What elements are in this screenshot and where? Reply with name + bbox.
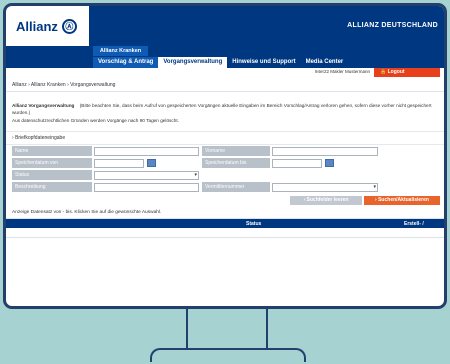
status-label: Status <box>12 170 92 180</box>
name-label: Name <box>12 146 92 156</box>
intro-notice: (Bitte beachten Sie, dass beim Aufruf vo… <box>12 103 432 115</box>
beschreibung-input[interactable] <box>94 183 199 192</box>
beschreibung-label: Beschreibung <box>12 182 92 192</box>
brand-title: ALLIANZ DEUTSCHLAND <box>347 22 438 29</box>
results-table-header: Status Erstell- / <box>6 219 444 228</box>
main-navigation: Allianz Kranken Vorschlag & Antrag Vorga… <box>6 46 444 68</box>
breadcrumb-separator: › <box>28 82 30 88</box>
form-row: Status ▾ <box>6 170 444 181</box>
logout-label: Logout <box>387 69 405 75</box>
nav-item-media-center[interactable]: Media Center <box>301 57 349 68</box>
top-header: Allianz Ⓐ ALLIANZ DEUTSCHLAND <box>6 6 444 46</box>
search-form: Name Vorname Speicherdatum von Speicherd… <box>6 146 444 193</box>
privacy-note: Aus datenschutzrechtlichen Gründen werde… <box>12 118 179 123</box>
page-title: Allianz Vorgangsverwaltung <box>12 103 75 108</box>
speicherdatum-bis-label: Speicherdatum bis <box>202 158 270 168</box>
results-hint: Anzeige Datensatz von - bis. Klicken Sie… <box>6 207 444 219</box>
calendar-icon[interactable] <box>325 159 334 167</box>
form-row: Beschreibung Vermittlernummer ▾ <box>6 182 444 193</box>
clear-fields-button[interactable]: › Suchfelder leeren <box>290 196 362 205</box>
form-row: Name Vorname <box>6 146 444 157</box>
product-tab-allianz-kranken[interactable]: Allianz Kranken <box>93 46 148 56</box>
column-header-erstell[interactable]: Erstell- / <box>404 221 424 227</box>
chevron-down-icon: ▾ <box>194 172 197 178</box>
section-label: Briefkopfdateneingabe <box>15 135 66 141</box>
search-refresh-button[interactable]: › Suchen/Aktualisieren <box>364 196 440 205</box>
breadcrumb-item-allianz-kranken[interactable]: Allianz Kranken <box>31 82 66 88</box>
vermittlernummer-label: Vermittlernummer <box>202 182 270 192</box>
section-header[interactable]: › Briefkopfdateneingabe <box>6 131 444 145</box>
monitor-stand-neck <box>186 309 268 349</box>
section-marker: › <box>12 135 14 141</box>
results-table-body <box>6 228 444 238</box>
logo-text: Allianz <box>16 18 58 34</box>
allianz-logo[interactable]: Allianz Ⓐ <box>6 6 89 46</box>
calendar-icon[interactable] <box>147 159 156 167</box>
chevron-down-icon: ▾ <box>373 184 376 190</box>
breadcrumb-separator: › <box>67 82 69 88</box>
speicherdatum-von-input[interactable] <box>94 159 144 168</box>
nav-item-hinweise-support[interactable]: Hinweise und Support <box>227 57 300 68</box>
user-name: 94er22 Makler Mustermann <box>314 69 370 74</box>
vorname-input[interactable] <box>272 147 378 156</box>
breadcrumb-item-allianz[interactable]: Allianz <box>12 82 27 88</box>
logo-emblem-icon: Ⓐ <box>61 18 77 34</box>
status-select[interactable]: ▾ <box>94 171 199 180</box>
form-actions: › Suchfelder leeren › Suchen/Aktualisier… <box>6 195 444 207</box>
logout-button[interactable]: 🔒 Logout <box>374 68 440 77</box>
vorname-label: Vorname <box>202 146 270 156</box>
nav-items: Vorschlag & Antrag Vorgangsverwaltung Hi… <box>93 57 348 68</box>
speicherdatum-von-label: Speicherdatum von <box>12 158 92 168</box>
name-input[interactable] <box>94 147 199 156</box>
speicherdatum-bis-input[interactable] <box>272 159 322 168</box>
nav-item-vorschlag-antrag[interactable]: Vorschlag & Antrag <box>93 57 159 68</box>
form-row: Speicherdatum von Speicherdatum bis <box>6 158 444 169</box>
intro-text: Allianz Vorgangsverwaltung (Bitte beacht… <box>6 92 444 116</box>
lock-icon: 🔒 <box>380 69 387 75</box>
breadcrumb-item-vorgangsverwaltung: Vorgangsverwaltung <box>70 82 116 88</box>
monitor-stand-base <box>150 348 306 362</box>
column-header-status[interactable]: Status <box>246 221 261 227</box>
vermittlernummer-select[interactable]: ▾ <box>272 183 378 192</box>
monitor-screen: Allianz Ⓐ ALLIANZ DEUTSCHLAND Allianz Kr… <box>3 3 447 309</box>
breadcrumb: Allianz › Allianz Kranken › Vorgangsverw… <box>6 78 444 92</box>
user-bar: 94er22 Makler Mustermann 🔒 Logout <box>6 68 444 78</box>
nav-item-vorgangsverwaltung[interactable]: Vorgangsverwaltung <box>158 57 228 68</box>
